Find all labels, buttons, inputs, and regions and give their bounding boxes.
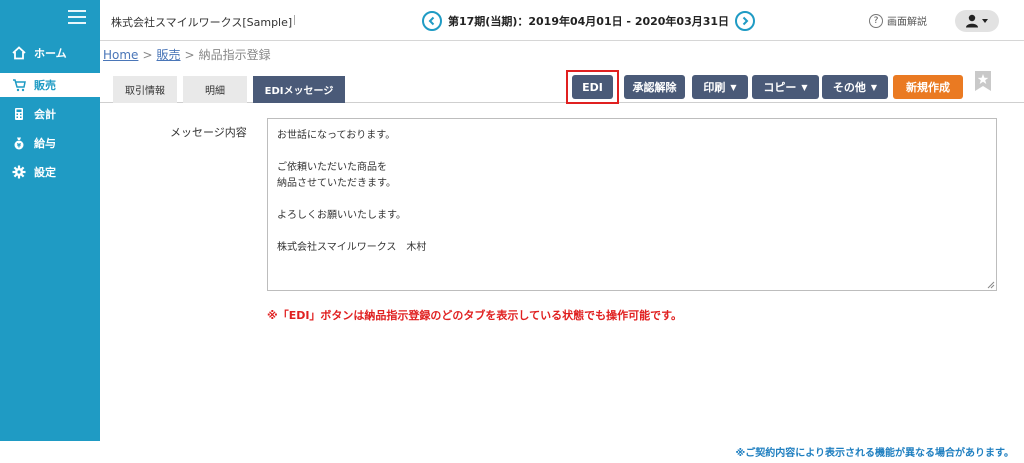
breadcrumb-sales-link[interactable]: 販売 xyxy=(157,48,181,62)
chevron-left-icon xyxy=(428,16,435,26)
breadcrumb: Home > 販売 > 納品指示登録 xyxy=(103,48,271,62)
sidebar-item-home[interactable]: ホーム xyxy=(0,41,100,65)
home-icon xyxy=(12,46,26,60)
breadcrumb-home-link[interactable]: Home xyxy=(103,48,138,62)
approval-cancel-button[interactable]: 承認解除 xyxy=(624,75,685,99)
edi-highlight-box xyxy=(566,70,619,104)
user-menu-button[interactable] xyxy=(955,10,999,32)
user-icon xyxy=(966,14,988,28)
cart-icon xyxy=(12,78,26,92)
copy-button[interactable]: コピー ▼ xyxy=(752,75,819,99)
period-selector: 第17期(当期)：2019年04月01日 - 2020年03月31日 xyxy=(422,10,756,32)
sidebar-item-settings[interactable]: 設定 xyxy=(0,160,100,184)
help-link[interactable]: ? 画面解説 xyxy=(869,13,927,28)
sidebar-item-payroll[interactable]: ¥ 給与 xyxy=(0,131,100,155)
sidebar: ホーム 販売 会計 ¥ 給与 設定 xyxy=(0,0,100,441)
chevron-right-icon xyxy=(742,16,749,26)
next-period-button[interactable] xyxy=(735,11,756,31)
edi-button-note: ※「EDI」ボタンは納品指示登録のどのタブを表示している状態でも操作可能です。 xyxy=(267,309,682,322)
resize-handle-icon[interactable] xyxy=(986,280,995,289)
sidebar-item-label: 販売 xyxy=(34,79,56,92)
help-label: 画面解説 xyxy=(887,17,927,28)
question-icon: ? xyxy=(869,13,883,28)
tab-edi-message[interactable]: EDIメッセージ xyxy=(253,76,345,103)
sidebar-item-sales[interactable]: 販売 xyxy=(0,73,100,97)
sidebar-item-label: 設定 xyxy=(34,166,56,179)
company-divider xyxy=(294,15,295,25)
money-bag-icon: ¥ xyxy=(12,136,26,150)
calculator-icon xyxy=(12,107,26,121)
hamburger-menu-icon[interactable] xyxy=(68,10,86,24)
message-content-label: メッセージ内容 xyxy=(170,126,247,139)
period-label: 第17期(当期)：2019年04月01日 - 2020年03月31日 xyxy=(448,15,730,28)
bookmark-star-icon[interactable] xyxy=(974,71,992,91)
contract-note: ※ご契約内容により表示される機能が異なる場合があります。 xyxy=(735,448,1014,459)
tab-transaction-info[interactable]: 取引情報 xyxy=(113,76,177,103)
gear-icon xyxy=(12,165,26,179)
company-name: 株式会社スマイルワークス[Sample] xyxy=(111,16,293,29)
sidebar-item-accounting[interactable]: 会計 xyxy=(0,102,100,126)
previous-period-button[interactable] xyxy=(422,11,442,31)
tab-details[interactable]: 明細 xyxy=(183,76,247,103)
new-create-button[interactable]: 新規作成 xyxy=(893,75,963,99)
caret-down-icon: ▼ xyxy=(870,82,878,92)
sidebar-item-label: 給与 xyxy=(34,137,56,150)
caret-down-icon: ▼ xyxy=(801,82,808,92)
sidebar-item-label: ホーム xyxy=(34,47,67,60)
other-button[interactable]: その他 ▼ xyxy=(822,75,888,99)
message-content-textarea[interactable]: お世話になっております。 ご依頼いただいた商品を 納品させていただきます。 よろ… xyxy=(267,118,997,291)
breadcrumb-current: 納品指示登録 xyxy=(198,48,271,62)
sidebar-item-label: 会計 xyxy=(34,108,56,121)
caret-down-icon: ▼ xyxy=(730,82,737,92)
top-header: 株式会社スマイルワークス[Sample] 第17期(当期)：2019年04月01… xyxy=(100,0,1024,41)
print-button[interactable]: 印刷 ▼ xyxy=(692,75,748,99)
